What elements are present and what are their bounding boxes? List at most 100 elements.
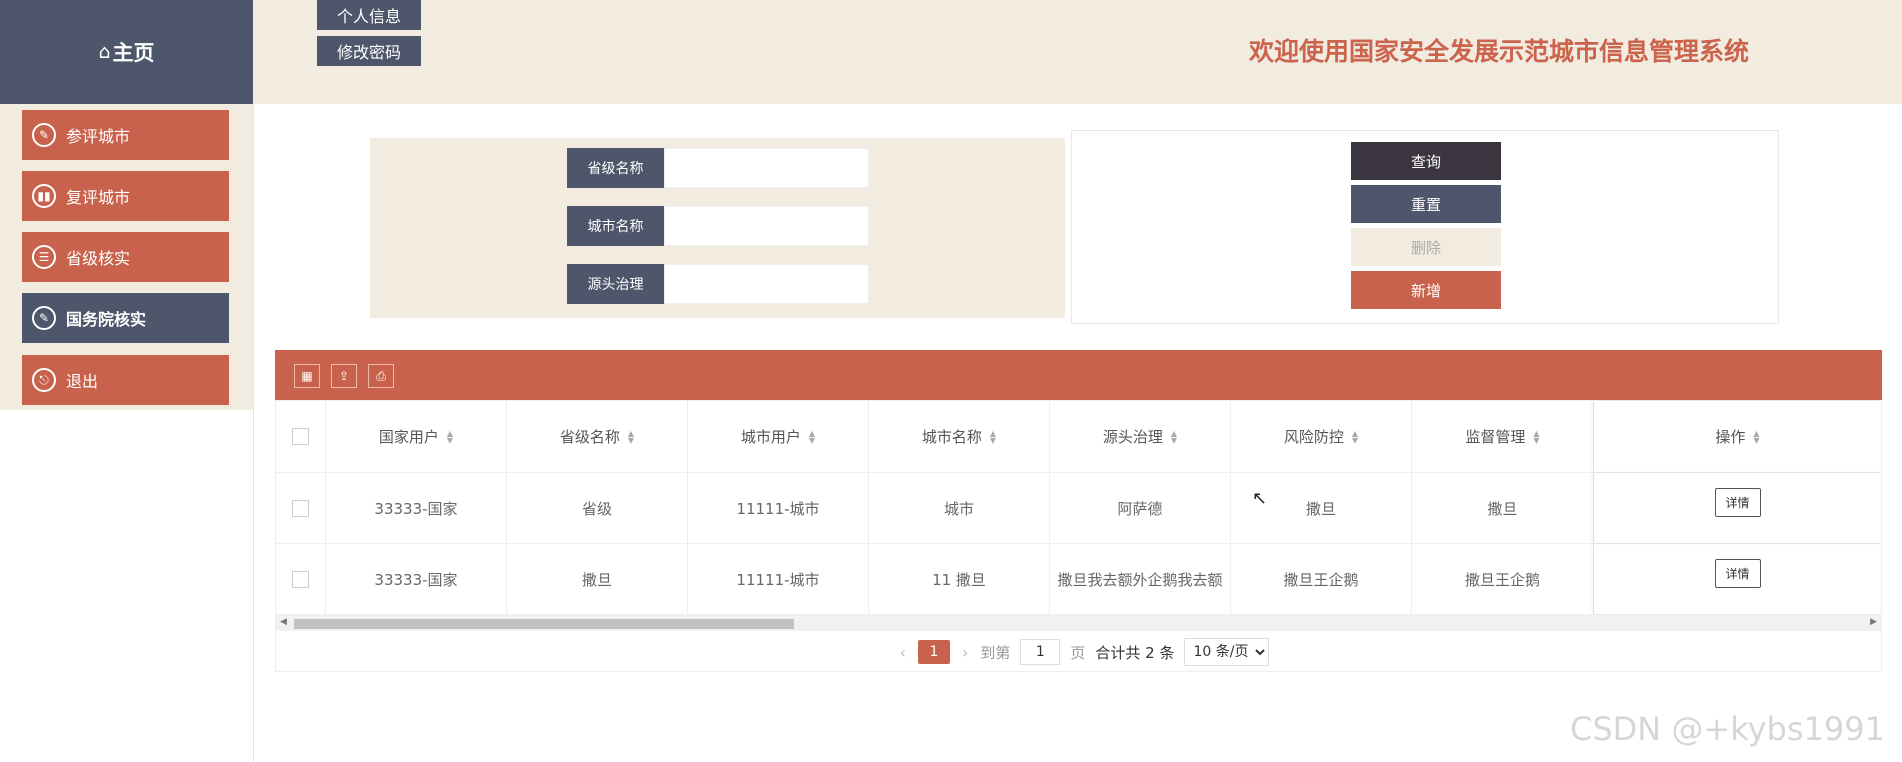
delete-button[interactable]: 删除 xyxy=(1351,228,1501,266)
province-label: 省级名称 xyxy=(567,148,664,188)
column-header-label: 监督管理 xyxy=(1465,428,1526,446)
city-input[interactable] xyxy=(664,206,869,246)
sidebar-item-label: 国务院核实 xyxy=(66,310,147,329)
province-field: 省级名称 xyxy=(567,148,869,188)
query-button[interactable]: 查询 xyxy=(1351,142,1501,180)
source-label: 源头治理 xyxy=(567,264,664,304)
action-cell: 详情 xyxy=(1594,473,1881,543)
sort-icon[interactable]: ▲ ▼ xyxy=(1171,429,1177,444)
table-cell: 33333-国家 xyxy=(326,544,507,614)
table-cell: 撒旦王企鹅 xyxy=(1231,544,1412,614)
column-header[interactable]: 城市用户 ▲ ▼ xyxy=(688,401,869,472)
change-password-button[interactable]: 修改密码 xyxy=(317,36,421,66)
table-cell: 城市 xyxy=(869,473,1050,543)
sidebar-item-label: 复评城市 xyxy=(66,188,131,207)
table-row: 33333-国家 省级 11111-城市 城市 阿萨德 撒旦 撒旦 详情 xyxy=(276,473,1881,544)
action-cell: 详情 xyxy=(1594,544,1881,614)
scroll-left-icon[interactable]: ◀ xyxy=(280,617,287,627)
action-panel: 查询 重置 删除 新增 xyxy=(1071,130,1779,324)
table-cell: 11111-城市 xyxy=(688,473,869,543)
sort-icon[interactable]: ▲ ▼ xyxy=(990,429,996,444)
sidebar-item-provincial-verify[interactable]: ☰ 省级核实 xyxy=(22,232,229,282)
table-cell: 阿萨德 xyxy=(1050,473,1231,543)
horizontal-scrollbar[interactable]: ◀ ▶ xyxy=(276,615,1881,631)
current-page[interactable]: 1 xyxy=(917,640,950,664)
column-header[interactable]: 国家用户 ▲ ▼ xyxy=(326,401,507,472)
export-icon[interactable]: ⇪ xyxy=(331,364,357,388)
table-toolbar: ▦ ⇪ ⎙ xyxy=(275,350,1882,400)
search-panel: 省级名称 城市名称 源头治理 xyxy=(370,138,1065,318)
column-header[interactable]: 操作 ▲ ▼ xyxy=(1594,401,1881,472)
city-label: 城市名称 xyxy=(567,206,664,246)
goto-page-input[interactable] xyxy=(1020,639,1061,665)
header: ⌂ 主页 个人信息 修改密码 欢迎使用国家安全发展示范城市信息管理系统 xyxy=(0,0,1902,104)
sidebar-item-label: 省级核实 xyxy=(66,249,131,268)
column-header[interactable]: 监督管理 ▲ ▼ xyxy=(1412,401,1594,472)
logout-icon: ⎋ xyxy=(32,368,56,392)
columns-icon[interactable]: ▦ xyxy=(294,364,320,388)
prev-page-icon[interactable]: ‹ xyxy=(900,643,906,662)
data-table: 国家用户 ▲ ▼ 省级名称 ▲ ▼ 城市用户 ▲ ▼ 城市名称 ▲ ▼ 源头治理 ▲ ▼ 风险防控 ▲… xyxy=(275,400,1882,672)
row-checkbox-cell xyxy=(276,544,326,614)
column-header[interactable]: 源头治理 ▲ ▼ xyxy=(1050,401,1231,472)
column-header[interactable]: 城市名称 ▲ ▼ xyxy=(869,401,1050,472)
sidebar-item-label: 参评城市 xyxy=(66,127,131,146)
sort-icon[interactable]: ▲ ▼ xyxy=(1753,429,1759,444)
table-cell: 撒旦我去额外企鹅我去额 xyxy=(1050,544,1231,614)
column-header[interactable]: 省级名称 ▲ ▼ xyxy=(507,401,688,472)
sort-icon[interactable]: ▲ ▼ xyxy=(1352,429,1358,444)
table-cell: 33333-国家 xyxy=(326,473,507,543)
table-cell: 撒旦王企鹅 xyxy=(1412,544,1594,614)
next-page-icon[interactable]: › xyxy=(962,643,968,662)
column-header-label: 国家用户 xyxy=(378,428,439,446)
header-checkbox-cell xyxy=(276,401,326,472)
column-header-label: 风险防控 xyxy=(1283,428,1344,446)
sidebar-item-participating-cities[interactable]: ✎ 参评城市 xyxy=(22,110,229,160)
sort-icon[interactable]: ▲ ▼ xyxy=(1533,429,1539,444)
column-header-label: 省级名称 xyxy=(559,428,620,446)
scroll-right-icon[interactable]: ▶ xyxy=(1870,617,1877,627)
personal-info-button[interactable]: 个人信息 xyxy=(317,0,421,30)
sidebar-item-label: 退出 xyxy=(66,372,99,391)
sidebar-item-review-cities[interactable]: ▮▮ 复评城市 xyxy=(22,171,229,221)
table-cell: 省级 xyxy=(507,473,688,543)
sidebar-divider xyxy=(253,104,254,762)
total-count: 合计共 2 条 xyxy=(1095,643,1175,662)
page-suffix: 页 xyxy=(1070,643,1086,662)
goto-label: 到第 xyxy=(980,643,1011,662)
pagination: ‹ 1 › 到第 页 合计共 2 条 10 条/页 xyxy=(276,633,1881,671)
table-header: 国家用户 ▲ ▼ 省级名称 ▲ ▼ 城市用户 ▲ ▼ 城市名称 ▲ ▼ 源头治理 ▲ ▼ 风险防控 ▲… xyxy=(276,401,1881,473)
column-header-label: 操作 xyxy=(1715,428,1746,446)
bar-chart-icon: ▮▮ xyxy=(32,184,56,208)
source-field: 源头治理 xyxy=(567,264,869,304)
sidebar-item-logout[interactable]: ⎋ 退出 xyxy=(22,355,229,405)
sort-icon[interactable]: ▲ ▼ xyxy=(447,429,453,444)
table-cell: 11111-城市 xyxy=(688,544,869,614)
detail-button[interactable]: 详情 xyxy=(1714,487,1761,517)
sort-icon[interactable]: ▲ ▼ xyxy=(628,429,634,444)
row-checkbox[interactable] xyxy=(292,499,309,517)
row-checkbox[interactable] xyxy=(292,570,309,588)
column-header-label: 源头治理 xyxy=(1102,428,1163,446)
page-size-select[interactable]: 10 条/页 xyxy=(1184,638,1270,666)
page-title: 欢迎使用国家安全发展示范城市信息管理系统 xyxy=(1249,37,1750,66)
add-button[interactable]: 新增 xyxy=(1351,271,1501,309)
table-cell: 11 撒旦 xyxy=(869,544,1050,614)
reset-button[interactable]: 重置 xyxy=(1351,185,1501,223)
province-input[interactable] xyxy=(664,148,869,188)
edit-icon: ✎ xyxy=(32,306,56,330)
column-header-label: 城市用户 xyxy=(740,428,801,446)
column-header[interactable]: 风险防控 ▲ ▼ xyxy=(1231,401,1412,472)
home-link[interactable]: ⌂ 主页 xyxy=(0,0,253,104)
select-all-checkbox[interactable] xyxy=(292,428,309,445)
print-icon[interactable]: ⎙ xyxy=(368,364,394,388)
source-input[interactable] xyxy=(664,264,869,304)
mouse-cursor-icon: ↖ xyxy=(1252,488,1268,509)
detail-button[interactable]: 详情 xyxy=(1714,558,1761,588)
city-field: 城市名称 xyxy=(567,206,869,246)
home-label: 主页 xyxy=(112,41,155,65)
sidebar-item-state-council-verify[interactable]: ✎ 国务院核实 xyxy=(22,293,229,343)
scrollbar-thumb[interactable] xyxy=(294,619,794,629)
edit-icon: ✎ xyxy=(32,123,56,147)
sort-icon[interactable]: ▲ ▼ xyxy=(809,429,815,444)
